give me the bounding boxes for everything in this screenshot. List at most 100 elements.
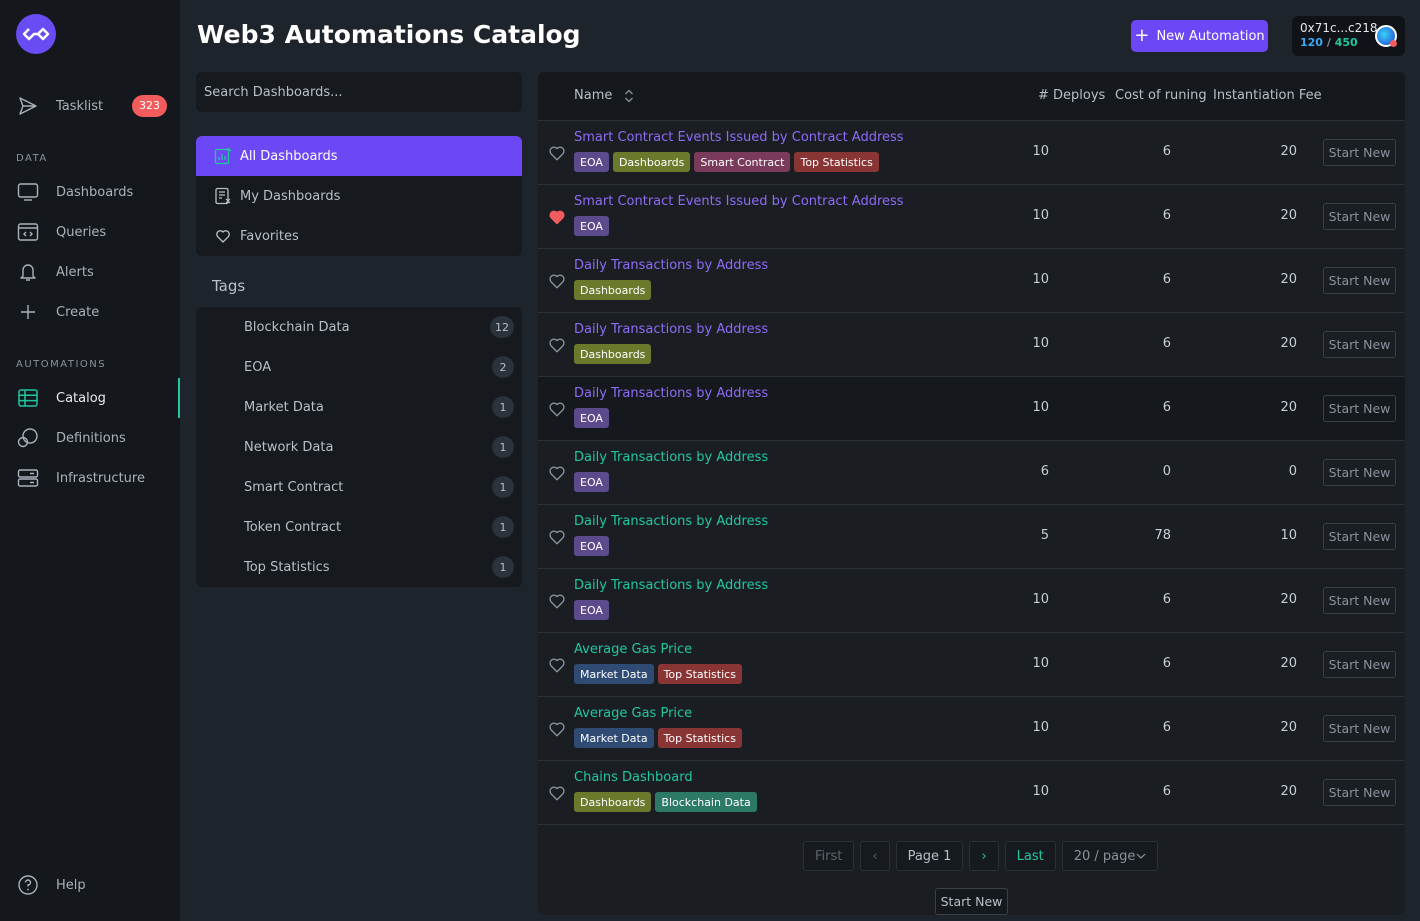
menu-item-favorites[interactable]: Favorites (196, 216, 522, 256)
tag-chip-eoa[interactable]: EOA (574, 472, 609, 492)
table-row[interactable]: Chains Dashboard Dashboards Blockchain Dat… (538, 761, 1405, 825)
start-new-button[interactable]: Start New (1323, 459, 1396, 486)
sidebar-item-catalog[interactable]: Catalog (0, 378, 180, 418)
tag-item-eoa[interactable]: EOA 2 (196, 347, 522, 387)
heart-outline-icon[interactable] (548, 400, 566, 418)
start-new-button[interactable]: Start New (1323, 139, 1396, 166)
sidebar-item-definitions[interactable]: Definitions (0, 420, 180, 456)
column-header-deploys[interactable]: # Deploys (1038, 88, 1105, 103)
deploys-value: 10 (1032, 720, 1049, 735)
pagination-next-button[interactable]: › (969, 841, 999, 871)
start-new-button[interactable]: Start New (1323, 651, 1396, 678)
tag-chip-smart-contract[interactable]: Smart Contract (694, 152, 791, 172)
row-title-link[interactable]: Average Gas Price (574, 642, 692, 657)
start-new-button[interactable]: Start New (1323, 587, 1396, 614)
row-title-link[interactable]: Smart Contract Events Issued by Contract… (574, 194, 904, 209)
heart-outline-icon[interactable] (548, 144, 566, 162)
heart-outline-icon[interactable] (548, 464, 566, 482)
heart-outline-icon[interactable] (548, 528, 566, 546)
tag-count: 1 (492, 556, 514, 578)
tag-count: 2 (492, 356, 514, 378)
tag-chip-top-statistics[interactable]: Top Statistics (794, 152, 879, 172)
heart-outline-icon[interactable] (548, 784, 566, 802)
row-title-link[interactable]: Average Gas Price (574, 706, 692, 721)
tag-chip-market-data[interactable]: Market Data (574, 664, 654, 684)
start-new-button[interactable]: Start New (1323, 331, 1396, 358)
page-size-select[interactable]: 20 / page (1061, 841, 1158, 871)
pagination-last-button[interactable]: Last (1004, 841, 1056, 871)
table-row[interactable]: Daily Transactions by Address EOA 10 6 20 Sta… (538, 569, 1405, 633)
column-header-name[interactable]: Name (574, 88, 634, 103)
start-new-button[interactable]: Start New (1323, 267, 1396, 294)
avatar[interactable] (1375, 25, 1397, 47)
menu-item-all-dashboards[interactable]: All Dashboards (196, 136, 522, 176)
start-new-button[interactable]: Start New (1323, 203, 1396, 230)
table-row[interactable]: Smart Contract Events Issued by Contract… (538, 185, 1405, 249)
sidebar-item-infrastructure[interactable]: Infrastructure (0, 460, 180, 496)
sidebar-item-queries[interactable]: Queries (0, 214, 180, 250)
heart-outline-icon[interactable] (548, 656, 566, 674)
row-title-link[interactable]: Smart Contract Events Issued by Contract… (574, 130, 904, 145)
heart-outline-icon[interactable] (548, 272, 566, 290)
tag-chip-dashboards[interactable]: Dashboards (574, 280, 652, 300)
start-new-button[interactable]: Start New (1323, 523, 1396, 550)
tag-item-network-data[interactable]: Network Data 1 (196, 427, 522, 467)
row-title-link[interactable]: Daily Transactions by Address (574, 450, 768, 465)
tag-chip-dashboards[interactable]: Dashboards (574, 792, 652, 812)
pagination-prev-button[interactable]: ‹ (860, 841, 890, 871)
table-row[interactable]: Daily Transactions by Address EOA 6 0 0 Start… (538, 441, 1405, 505)
tag-chip-blockchain-data[interactable]: Blockchain Data (655, 792, 757, 812)
tag-chip-eoa[interactable]: EOA (574, 152, 609, 172)
tag-chip-dashboards[interactable]: Dashboards (612, 152, 691, 172)
row-title-link[interactable]: Daily Transactions by Address (574, 258, 768, 273)
wallet-widget[interactable]: 0x71c...c218 120 / 450 (1292, 16, 1405, 56)
row-title-link[interactable]: Daily Transactions by Address (574, 514, 768, 529)
start-new-button[interactable]: Start New (935, 888, 1008, 915)
tag-chip-eoa[interactable]: EOA (574, 536, 609, 556)
tag-item-market-data[interactable]: Market Data 1 (196, 387, 522, 427)
table-row[interactable]: Daily Transactions by Address EOA 10 6 20 Sta… (538, 377, 1405, 441)
tag-chip-top-statistics[interactable]: Top Statistics (657, 664, 742, 684)
row-tags: Dashboards Blockchain Data (574, 792, 757, 812)
heart-outline-icon[interactable] (548, 592, 566, 610)
tag-chip-market-data[interactable]: Market Data (574, 728, 654, 748)
table-row[interactable]: Smart Contract Events Issued by Contract… (538, 121, 1405, 185)
tag-chip-eoa[interactable]: EOA (574, 600, 609, 620)
row-title-link[interactable]: Daily Transactions by Address (574, 322, 768, 337)
table-row[interactable]: Average Gas Price Market Data Top Statisti… (538, 633, 1405, 697)
menu-item-my-dashboards[interactable]: My Dashboards (196, 176, 522, 216)
automations-section-label: AUTOMATIONS (16, 359, 107, 370)
table-row[interactable]: Daily Transactions by Address EOA 5 78 10 Sta… (538, 505, 1405, 569)
row-title-link[interactable]: Daily Transactions by Address (574, 386, 768, 401)
tag-item-blockchain-data[interactable]: Blockchain Data 12 (196, 307, 522, 347)
tag-item-smart-contract[interactable]: Smart Contract 1 (196, 467, 522, 507)
tag-chip-dashboards[interactable]: Dashboards (574, 344, 652, 364)
sidebar-item-tasklist[interactable]: Tasklist 323 (0, 88, 180, 124)
column-header-fee[interactable]: Instantiation Fee (1213, 88, 1322, 103)
app-logo[interactable] (16, 14, 56, 54)
tag-item-top-statistics[interactable]: Top Statistics 1 (196, 547, 522, 587)
sidebar-item-alerts[interactable]: Alerts (0, 254, 180, 290)
start-new-button[interactable]: Start New (1323, 395, 1396, 422)
pagination-first-button[interactable]: First (803, 841, 855, 871)
row-title-link[interactable]: Daily Transactions by Address (574, 578, 768, 593)
sidebar-item-dashboards[interactable]: Dashboards (0, 174, 180, 210)
table-row[interactable]: Average Gas Price Market Data Top Statisti… (538, 697, 1405, 761)
start-new-button[interactable]: Start New (1323, 715, 1396, 742)
heart-filled-icon[interactable] (548, 208, 566, 226)
new-automation-button[interactable]: + New Automation (1131, 20, 1268, 52)
tag-item-token-contract[interactable]: Token Contract 1 (196, 507, 522, 547)
tag-chip-top-statistics[interactable]: Top Statistics (657, 728, 742, 748)
search-input[interactable] (196, 72, 522, 112)
sidebar-item-create[interactable]: Create (0, 294, 180, 330)
row-title-link[interactable]: Chains Dashboard (574, 770, 693, 785)
sidebar-item-help[interactable]: Help (0, 867, 180, 903)
tag-chip-eoa[interactable]: EOA (574, 408, 609, 428)
start-new-button[interactable]: Start New (1323, 779, 1396, 806)
table-row[interactable]: Daily Transactions by Address Dashboards 1… (538, 313, 1405, 377)
tag-chip-eoa[interactable]: EOA (574, 216, 609, 236)
heart-outline-icon[interactable] (548, 720, 566, 738)
table-row[interactable]: Daily Transactions by Address Dashboards 1… (538, 249, 1405, 313)
column-header-cost[interactable]: Cost of runing (1115, 88, 1207, 103)
heart-outline-icon[interactable] (548, 336, 566, 354)
